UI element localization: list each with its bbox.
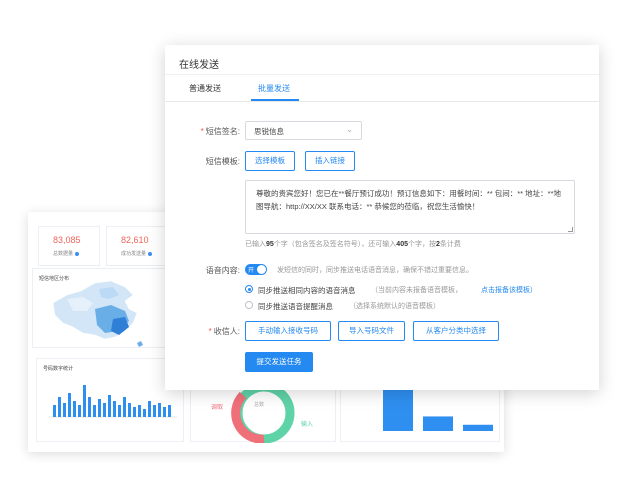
bar bbox=[123, 397, 126, 417]
voice-option-same-content-radio[interactable] bbox=[245, 285, 253, 293]
submit-task-button[interactable]: 提交发送任务 bbox=[245, 352, 313, 372]
tabs-divider bbox=[165, 101, 599, 102]
info-icon bbox=[148, 251, 153, 256]
tab-batch-send[interactable]: 批量发送 bbox=[258, 83, 290, 94]
stat-label: 成功发送量 bbox=[121, 250, 153, 257]
stat-card-success: 82,610 成功发送量 bbox=[106, 226, 168, 266]
insert-link-button[interactable]: 插入链接 bbox=[305, 151, 355, 171]
voice-description: 发短信的同时，同步推送电话语音消息，确保不错过重要信息。 bbox=[277, 267, 473, 274]
map-panel: 短信地区分布 bbox=[32, 268, 167, 348]
bar bbox=[463, 424, 493, 431]
bar bbox=[68, 393, 71, 417]
dialog-title: 在线发送 bbox=[179, 60, 219, 71]
bar bbox=[153, 405, 156, 417]
message-text: 尊敬的贵宾您好！您已在**餐厅预订成功！预订信息如下：用餐时间：** 包间：**… bbox=[256, 189, 562, 211]
toggle-on-text: 开 bbox=[248, 268, 255, 274]
bar bbox=[58, 397, 61, 417]
bar bbox=[423, 416, 453, 431]
bar bbox=[88, 397, 91, 417]
signature-value: 思锐信息 bbox=[254, 127, 284, 136]
tab-normal-send[interactable]: 普通发送 bbox=[189, 83, 221, 94]
bar bbox=[118, 405, 121, 417]
bar-panel: 号码数字统计 bbox=[36, 358, 184, 442]
voice-label: 语音内容: bbox=[205, 266, 240, 275]
voice-option-note: （当前内容未报备语音模板， bbox=[371, 287, 462, 294]
chevron-down-icon: ⌄ bbox=[346, 125, 353, 134]
donut-center-label: 总数 bbox=[254, 402, 265, 408]
bar bbox=[143, 409, 146, 417]
toggle-knob bbox=[257, 265, 266, 274]
voice-option-reminder-radio[interactable] bbox=[245, 301, 253, 309]
bar bbox=[53, 405, 56, 417]
import-file-button[interactable]: 导入号码文件 bbox=[338, 321, 405, 341]
voice-option-reminder-label[interactable]: 同步推送语音提醒消息 bbox=[258, 301, 333, 312]
bar bbox=[93, 405, 96, 417]
panel-title: 号码数字统计 bbox=[43, 366, 74, 372]
char-count-hint: 已输入95个字（包含签名及签名符号），还可输入405个字，按2条计费 bbox=[245, 241, 461, 248]
voice-option-same-content-label[interactable]: 同步推送相同内容的语音消息 bbox=[258, 285, 356, 296]
bar bbox=[63, 403, 66, 417]
select-template-button[interactable]: 选择模板 bbox=[245, 151, 295, 171]
screenshot-stage: 83,085 总数据量 82,610 成功发送量 短信地区分布 号码数字统计 总… bbox=[0, 0, 620, 495]
stat-card-total: 83,085 总数据量 bbox=[38, 226, 100, 266]
online-send-dialog: 在线发送 普通发送 批量发送 * 短信签名: 思锐信息 ⌄ 短信模板: 选择模板 … bbox=[165, 45, 599, 390]
bar bbox=[138, 405, 141, 417]
stat-value: 82,610 bbox=[121, 235, 149, 245]
voice-option2-note: （选择系统默认的语音模板） bbox=[349, 303, 440, 310]
bar bbox=[78, 405, 81, 417]
bar bbox=[128, 403, 131, 417]
bar bbox=[148, 401, 151, 417]
stat-value: 83,085 bbox=[53, 235, 81, 245]
resize-handle[interactable] bbox=[568, 227, 573, 232]
signature-label: * 短信签名: bbox=[200, 127, 240, 136]
stat-label: 总数据量 bbox=[53, 250, 80, 257]
signature-select[interactable]: 思锐信息 ⌄ bbox=[245, 121, 362, 140]
bar bbox=[83, 385, 86, 417]
template-label: 短信模板: bbox=[205, 157, 240, 166]
panel-title: 短信地区分布 bbox=[39, 276, 70, 282]
bar bbox=[163, 407, 166, 417]
bar bbox=[98, 399, 101, 417]
bar bbox=[108, 395, 111, 417]
bar bbox=[133, 407, 136, 417]
manual-input-button[interactable]: 手动输入接收号码 bbox=[245, 321, 331, 341]
donut-left-label: 调取 bbox=[211, 405, 224, 411]
bar bbox=[73, 401, 76, 417]
bar bbox=[158, 403, 161, 417]
info-icon bbox=[75, 251, 80, 256]
bar bbox=[103, 403, 106, 417]
message-textarea[interactable]: 尊敬的贵宾您好！您已在**餐厅预订成功！预订信息如下：用餐时间：** 包间：**… bbox=[245, 180, 575, 234]
title-divider bbox=[165, 74, 599, 75]
customer-category-button[interactable]: 从客户分类中选择 bbox=[413, 321, 499, 341]
bar bbox=[168, 405, 171, 417]
voice-toggle[interactable]: 开 bbox=[245, 264, 267, 275]
bar bbox=[113, 401, 116, 417]
donut-right-label: 输入 bbox=[301, 422, 314, 428]
recipients-label: * 收信人: bbox=[208, 327, 240, 336]
report-template-link[interactable]: 点击报备该模板） bbox=[481, 285, 537, 295]
